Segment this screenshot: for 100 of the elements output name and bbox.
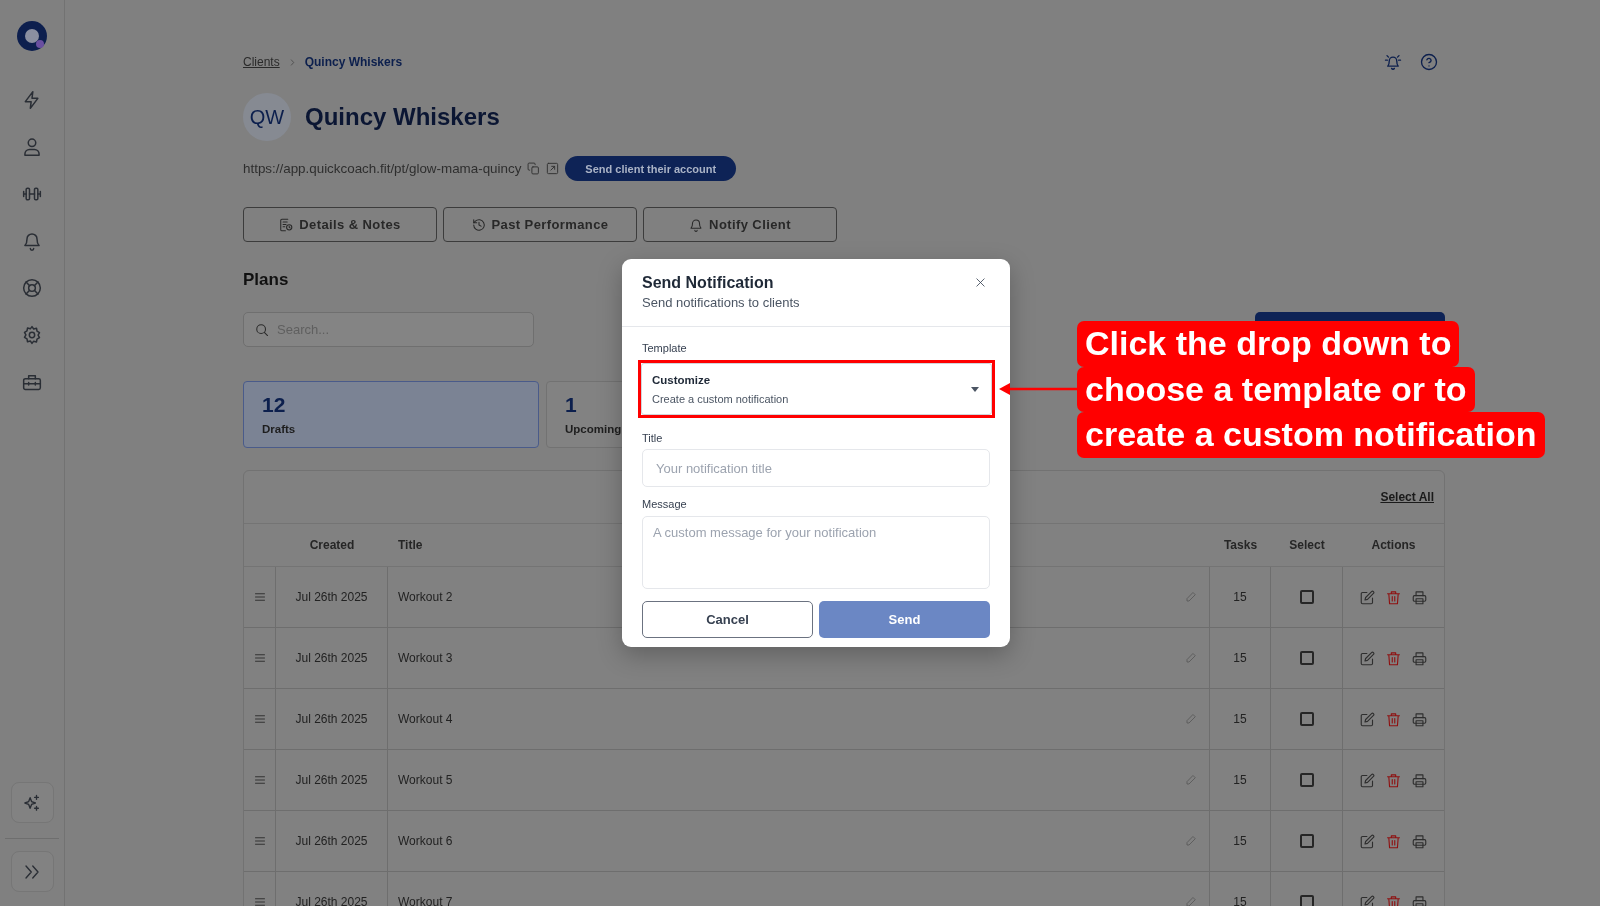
- stat-count: 12: [262, 393, 286, 417]
- dumbbell-icon[interactable]: [22, 184, 42, 204]
- print-icon[interactable]: [1412, 772, 1427, 788]
- print-icon[interactable]: [1412, 650, 1427, 666]
- created-date: Jul 26th 2025: [295, 895, 368, 906]
- field-label: Title: [642, 431, 663, 445]
- print-icon[interactable]: [1412, 833, 1427, 849]
- print-icon[interactable]: [1412, 589, 1427, 605]
- column-header: Select: [1289, 538, 1325, 552]
- notes-icon: [279, 217, 294, 232]
- field-label: Message: [642, 497, 687, 511]
- column-header: Title: [398, 538, 423, 552]
- sparkle-icon: [23, 793, 41, 812]
- callout-text: choose a template or to: [1077, 366, 1475, 412]
- checkbox[interactable]: [1299, 773, 1314, 787]
- plan-title: Workout 3: [398, 651, 453, 665]
- trash-icon[interactable]: [1386, 833, 1401, 849]
- primary-button[interactable]: [1255, 312, 1445, 322]
- send-account-button[interactable]: Send client their account: [565, 156, 737, 181]
- template-name: Customize: [652, 372, 711, 387]
- cancel-button[interactable]: Cancel: [642, 601, 813, 638]
- template-description: Create a custom notification: [652, 391, 789, 406]
- client-action-button[interactable]: Past Performance: [443, 207, 637, 242]
- expand-button[interactable]: [10, 851, 54, 892]
- created-date: Jul 26th 2025: [295, 834, 368, 848]
- message-input[interactable]: A custom message for your notification: [642, 516, 990, 589]
- column-header: Tasks: [1223, 538, 1258, 552]
- caret-icon: [971, 386, 979, 392]
- plan-title: Workout 7: [398, 895, 453, 906]
- stat-count: 1: [565, 393, 577, 417]
- task-count: 15: [1233, 651, 1247, 665]
- edit-icon[interactable]: [1360, 894, 1375, 906]
- field-label: Template: [642, 341, 687, 355]
- client-action-button[interactable]: Details & Notes: [243, 207, 437, 242]
- checkbox[interactable]: [1299, 834, 1314, 848]
- drag-handle-icon[interactable]: [253, 713, 266, 725]
- plans-heading: Plans: [243, 269, 289, 291]
- print-icon[interactable]: [1412, 894, 1427, 906]
- drag-handle-icon[interactable]: [253, 835, 266, 847]
- drag-handle-icon[interactable]: [253, 591, 266, 603]
- task-count: 15: [1233, 590, 1247, 604]
- dialog-subtitle: Send notifications to clients: [642, 294, 800, 312]
- plan-title: Workout 4: [398, 712, 453, 726]
- logo-icon[interactable]: [16, 20, 48, 52]
- bolt-icon[interactable]: [22, 90, 42, 110]
- sparkle-button[interactable]: [10, 782, 54, 823]
- trash-icon[interactable]: [1386, 650, 1401, 666]
- trash-icon[interactable]: [1386, 589, 1401, 605]
- task-count: 15: [1233, 834, 1247, 848]
- user-icon[interactable]: [22, 137, 42, 157]
- bell-icon: [689, 217, 704, 232]
- edit-icon[interactable]: [1360, 833, 1375, 849]
- toolbox-icon[interactable]: [22, 372, 42, 392]
- breadcrumb-link[interactable]: Clients: [243, 55, 280, 69]
- chevron-icon: [288, 58, 296, 66]
- created-date: Jul 26th 2025: [295, 712, 368, 726]
- print-icon[interactable]: [1412, 711, 1427, 727]
- double-chevron-icon: [23, 862, 41, 881]
- trash-icon[interactable]: [1386, 894, 1401, 906]
- checkbox[interactable]: [1299, 590, 1314, 604]
- created-date: Jul 26th 2025: [295, 651, 368, 665]
- column-header: Created: [309, 538, 355, 552]
- close-icon[interactable]: [975, 277, 986, 288]
- edit-icon[interactable]: [1360, 711, 1375, 727]
- trash-icon[interactable]: [1386, 711, 1401, 727]
- dialog-title: Send Notification: [642, 273, 774, 293]
- drag-handle-icon[interactable]: [253, 652, 266, 664]
- stat-label: Upcoming: [565, 422, 622, 437]
- task-count: 15: [1233, 895, 1247, 906]
- trash-icon[interactable]: [1386, 772, 1401, 788]
- settings-icon[interactable]: [22, 325, 42, 345]
- drag-handle-icon[interactable]: [253, 896, 266, 906]
- lifebuoy-icon[interactable]: [22, 278, 42, 298]
- plan-title: Workout 2: [398, 590, 453, 604]
- bell-icon[interactable]: [22, 231, 42, 251]
- breadcrumb-current: Quincy Whiskers: [304, 55, 403, 69]
- checkbox[interactable]: [1299, 895, 1314, 906]
- plan-title: Workout 6: [398, 834, 453, 848]
- task-count: 15: [1233, 712, 1247, 726]
- checkbox[interactable]: [1299, 712, 1314, 726]
- copy-icon[interactable]: [527, 162, 541, 175]
- client-name: Quincy Whiskers: [305, 103, 500, 131]
- stat-card[interactable]: 12 Drafts: [243, 381, 539, 448]
- checkbox[interactable]: [1299, 651, 1314, 665]
- select-all-link[interactable]: Select All: [1380, 490, 1434, 504]
- client-url: https://app.quickcoach.fit/pt/glow-mama-quincy: [243, 161, 522, 176]
- client-action-button[interactable]: Notify Client: [643, 207, 837, 242]
- bell-icon[interactable]: [1384, 53, 1402, 71]
- callout-text: create a custom notification: [1077, 412, 1545, 458]
- edit-icon[interactable]: [1360, 589, 1375, 605]
- avatar: QW: [243, 93, 291, 141]
- drag-handle-icon[interactable]: [253, 774, 266, 786]
- title-input[interactable]: Your notification title: [642, 449, 990, 487]
- template-dropdown[interactable]: Customize Create a custom notification: [641, 363, 992, 415]
- help-icon[interactable]: [1420, 53, 1438, 71]
- edit-icon[interactable]: [1360, 650, 1375, 666]
- created-date: Jul 26th 2025: [295, 773, 368, 787]
- edit-icon[interactable]: [1360, 772, 1375, 788]
- task-count: 15: [1233, 773, 1247, 787]
- external-link-icon[interactable]: [546, 162, 560, 175]
